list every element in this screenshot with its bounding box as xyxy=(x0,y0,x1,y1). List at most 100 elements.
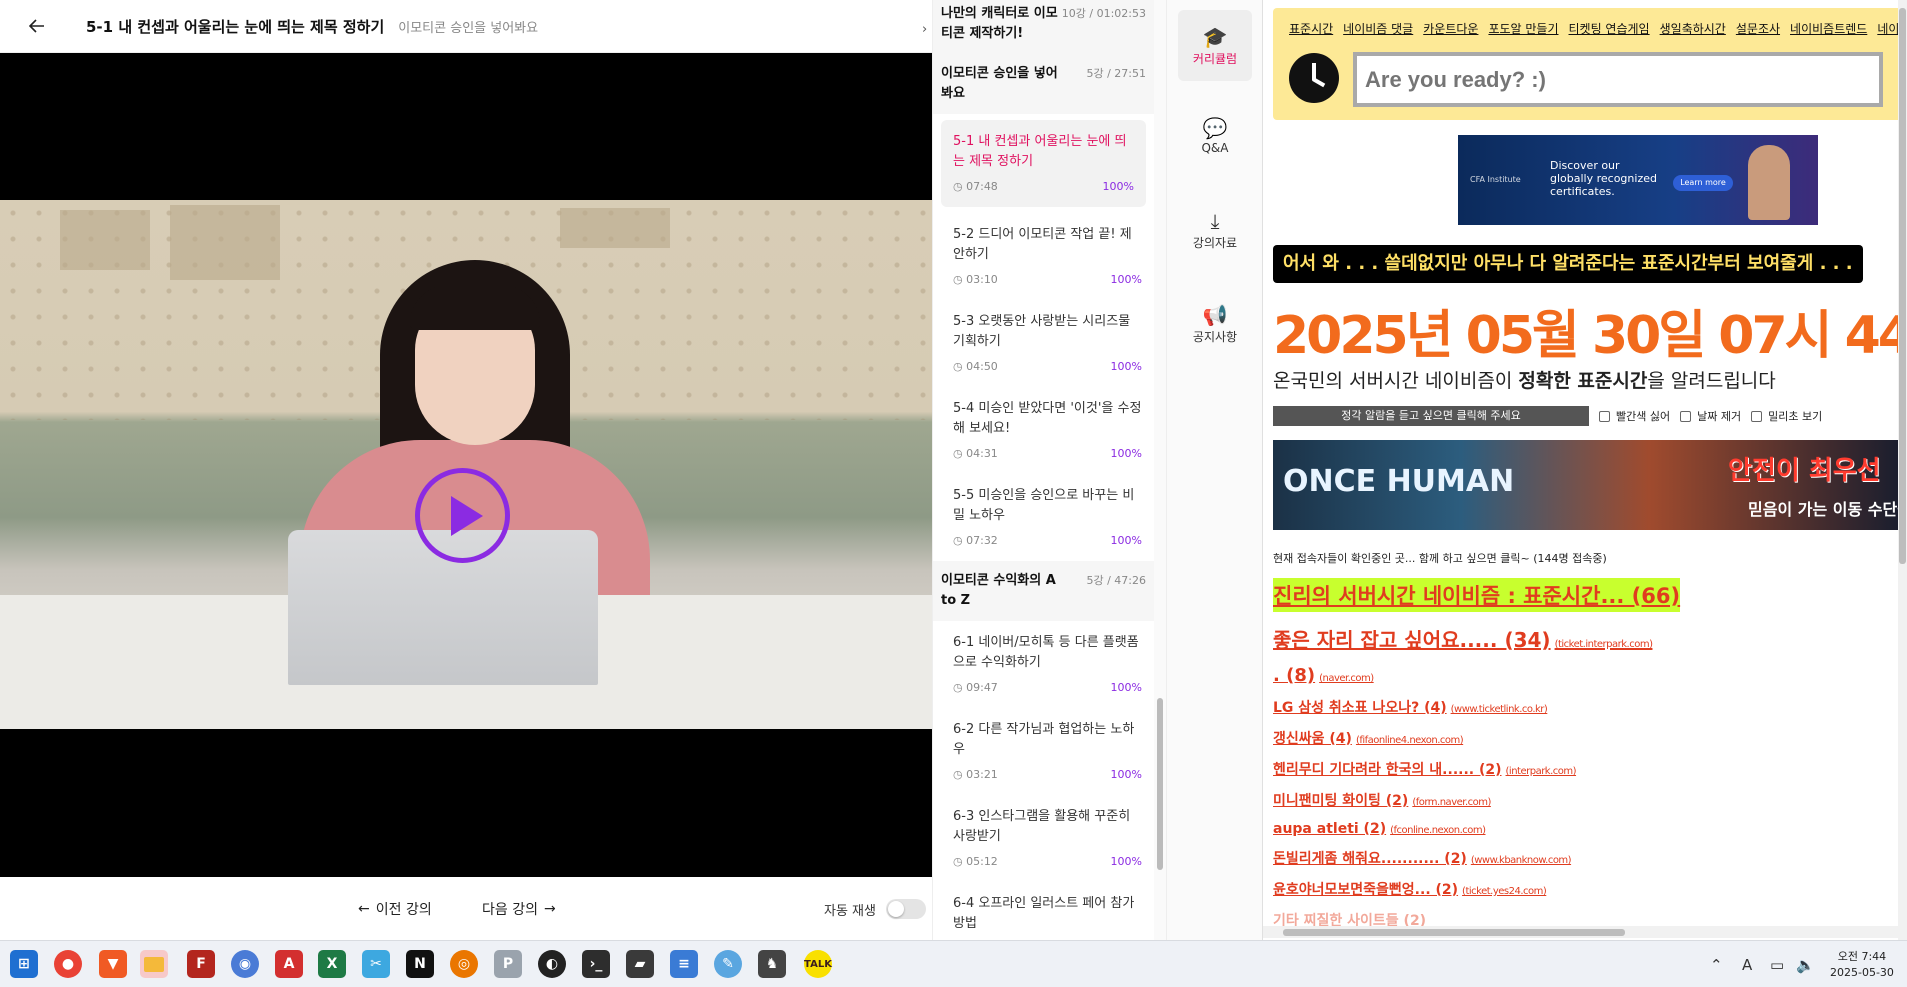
filezilla-icon[interactable]: F xyxy=(187,950,215,978)
curriculum-scrollbar[interactable] xyxy=(1154,0,1166,940)
chevron-right-icon[interactable]: › xyxy=(922,22,936,38)
lecture-item[interactable]: 5-2 드디어 이모티콘 작업 끝! 제안하기 03:10 100% xyxy=(933,213,1154,300)
popular-site-row[interactable]: 좋은 자리 잡고 싶어요..... (34) (ticket.interpark.… xyxy=(1273,624,1903,653)
site-nav-link[interactable]: 카운트다운 xyxy=(1423,22,1478,36)
lecture-item[interactable]: 6-3 인스타그램을 활용해 꾸준히 사랑받기 05:12 100% xyxy=(933,795,1154,882)
site-nav-link[interactable]: 네이비즘트렌드 xyxy=(1790,22,1867,36)
side-menu-qna[interactable]: 💬 Q&A xyxy=(1178,115,1252,155)
site-nav-link[interactable]: 포도알 만들기 xyxy=(1488,22,1558,36)
file-explorer-icon[interactable] xyxy=(140,950,168,978)
notepad-icon[interactable]: ≡ xyxy=(670,950,698,978)
next-lecture-button[interactable]: 다음 강의 → xyxy=(482,899,556,919)
lecture-item[interactable]: 5-1 내 컨셉과 어울리는 눈에 띄는 제목 정하기 07:48 100% xyxy=(941,120,1146,207)
arrow-left-icon: ← xyxy=(358,901,370,917)
popular-site-domain: (fifaonline4.nexon.com) xyxy=(1355,735,1464,746)
checkbox-icon[interactable] xyxy=(1599,410,1610,422)
lecture-progress: 100% xyxy=(1102,180,1134,193)
checkbox-icon[interactable] xyxy=(1751,410,1763,422)
side-menu-curriculum[interactable]: 🎓 커리큘럼 xyxy=(1178,10,1252,81)
chevron-up-icon[interactable]: ⌃ xyxy=(1710,941,1723,987)
site-vertical-scrollbar[interactable] xyxy=(1898,0,1907,940)
sticky-notes-icon[interactable]: ▰ xyxy=(626,950,654,978)
lecture-item[interactable]: 5-3 오랫동안 사랑받는 시리즈물 기획하기 04:50 100% xyxy=(933,300,1154,387)
snipping-tool-icon[interactable]: ✂ xyxy=(362,950,390,978)
kakaotalk-icon[interactable]: TALK xyxy=(804,950,832,978)
popular-site-text: 갱신싸움 (4) xyxy=(1273,731,1352,747)
popular-site-row[interactable]: LG 삼성 취소표 나오나? (4) (www.ticketlink.co.kr) xyxy=(1273,697,1903,717)
site-top-bar: 표준시간 네이비즘 댓글 카운트다운 포도알 만들기 티켓팅 연습게임 생일축하시간 설문조… xyxy=(1273,8,1907,120)
ad-cta-button[interactable]: Learn more xyxy=(1673,175,1733,191)
taskbar-clock[interactable]: 오전 7:44 2025-05-30 xyxy=(1830,949,1894,981)
popular-site-row[interactable]: 헨리무디 기다려라 한국의 내...... (2) (interpark.com) xyxy=(1273,759,1903,779)
lecture-progress: 100% xyxy=(1110,447,1142,460)
side-menu-materials[interactable]: ⤓ 강의자료 xyxy=(1178,208,1252,251)
popular-site-row[interactable]: 미니팬미팅 화이팅 (2) (form.naver.com) xyxy=(1273,790,1903,810)
side-menu-label: 공지사항 xyxy=(1192,330,1238,344)
acrobat-icon[interactable]: A xyxy=(275,950,303,978)
popular-site-row[interactable]: 돈빌리게좀 해줘요........... (2) (www.kbanknow.co… xyxy=(1273,848,1903,868)
lecture-duration: 07:48 xyxy=(953,177,998,197)
curriculum-section-header[interactable]: 이모티콘 승인을 넣어봐요 5강 / 27:51 xyxy=(933,54,1154,114)
lecture-item[interactable]: 5-4 미승인 받았다면 '이것'을 수정해 보세요! 04:31 100% xyxy=(933,387,1154,474)
app-icon[interactable]: ◉ xyxy=(231,950,259,978)
play-button[interactable] xyxy=(415,468,510,563)
ad-banner[interactable]: CFA Institute Discover our globally reco… xyxy=(1458,135,1818,225)
curriculum-scrollbar-thumb[interactable] xyxy=(1157,698,1163,870)
popular-site-row[interactable]: aupa atleti (2) (fconline.nexon.com) xyxy=(1273,821,1903,837)
alarm-button[interactable]: 정각 알람을 듣고 싶으면 클릭해 주세요 xyxy=(1273,406,1589,426)
back-arrow-icon[interactable] xyxy=(26,15,48,37)
screen: 5-1 내 컨셉과 어울리는 눈에 띄는 제목 정하기 이모티콘 승인을 넣어봐… xyxy=(0,0,1907,987)
site-nav-link[interactable]: 표준시간 xyxy=(1289,22,1333,36)
site-nav-link[interactable]: 설문조사 xyxy=(1736,22,1780,36)
site-nav-link[interactable]: 생일축하시간 xyxy=(1660,22,1726,36)
visitors-text[interactable]: 현재 접속자들이 확인중인 곳... 함께 하고 싶으면 클릭~ (144명 접… xyxy=(1273,550,1607,566)
lecture-item[interactable]: 5-5 미승인을 승인으로 바꾸는 비밀 노하우 07:32 100% xyxy=(933,474,1154,561)
ready-input[interactable] xyxy=(1353,52,1883,107)
autoplay-toggle[interactable] xyxy=(885,899,926,919)
network-icon[interactable]: ▭ xyxy=(1770,941,1784,987)
curriculum-section-header[interactable]: 이모티콘 수익화의 A to Z 5강 / 47:26 xyxy=(933,561,1154,621)
prev-lecture-button[interactable]: ← 이전 강의 xyxy=(358,899,432,919)
player-header: 5-1 내 컨셉과 어울리는 눈에 띄는 제목 정하기 이모티콘 승인을 넣어봐… xyxy=(0,0,932,53)
pdf-tool-icon[interactable]: P xyxy=(494,950,522,978)
checkbox-remove-date[interactable]: 날짜 제거 xyxy=(1680,408,1741,424)
lecture-item[interactable]: 6-2 다른 작가님과 협업하는 노하우 03:21 100% xyxy=(933,708,1154,795)
site-nav-link[interactable]: 티켓팅 연습게임 xyxy=(1569,22,1650,36)
popular-site-row[interactable]: 진리의 서버시간 네이비즘 : 표준시간... (66) xyxy=(1273,578,1681,612)
popular-site-row[interactable]: 갱신싸움 (4) (fifaonline4.nexon.com) xyxy=(1273,728,1903,748)
game-app-icon[interactable]: ♞ xyxy=(758,950,786,978)
obs-icon[interactable]: ◐ xyxy=(538,950,566,978)
notion-icon[interactable]: N xyxy=(406,950,434,978)
section-title: 나만의 캐릭터로 이모티콘 제작하기! xyxy=(941,6,1058,41)
side-menu-notices[interactable]: 📢 공지사항 xyxy=(1178,302,1252,345)
lecture-item[interactable]: 6-4 오프라인 일러스트 페어 참가 방법 xyxy=(933,882,1154,940)
site-vertical-scrollbar-thumb[interactable] xyxy=(1899,8,1906,564)
terminal-icon[interactable]: ›_ xyxy=(582,950,610,978)
game-ad-banner[interactable]: ONCE HUMAN 안전이 최우선 믿음이 가는 이동 수단을 xyxy=(1273,440,1899,530)
site-horizontal-scrollbar[interactable] xyxy=(1263,926,1898,938)
lecture-item[interactable]: 6-1 네이버/모히톡 등 다른 플랫폼으로 수익화하기 09:47 100% xyxy=(933,621,1154,708)
brave-icon[interactable]: ▼ xyxy=(99,950,127,978)
server-time-site: 표준시간 네이비즘 댓글 카운트다운 포도알 만들기 티켓팅 연습게임 생일축하시간 설문조… xyxy=(1263,0,1907,940)
popular-site-row[interactable]: 윤호야너모보면죽을뻔엉... (2) (ticket.yes24.com) xyxy=(1273,879,1903,899)
curriculum-section-header[interactable]: 나만의 캐릭터로 이모티콘 제작하기! 10강 / 01:02:53 xyxy=(933,0,1154,54)
intro-banner: 어서 와 . . . 쓸데없지만 아무나 다 알려준다는 표준시간부터 보여줄게… xyxy=(1273,245,1863,283)
volume-icon[interactable]: 🔈 xyxy=(1796,941,1815,987)
ime-indicator[interactable]: A xyxy=(1742,941,1752,987)
site-horizontal-scrollbar-thumb[interactable] xyxy=(1283,929,1625,936)
chrome-icon[interactable]: ● xyxy=(54,950,82,978)
paint-icon[interactable]: ✎ xyxy=(714,950,742,978)
graduation-cap-icon: 🎓 xyxy=(1202,25,1228,49)
excel-icon[interactable]: X xyxy=(318,950,346,978)
checkbox-show-ms[interactable]: 밀리초 보기 xyxy=(1751,408,1822,424)
popular-site-row[interactable]: . (8) (naver.com) xyxy=(1273,665,1903,686)
lecture-item-title: 6-3 인스타그램을 활용해 꾸준히 사랑받기 xyxy=(953,809,1131,844)
checkbox-icon[interactable] xyxy=(1680,410,1692,422)
windows-start-icon[interactable]: ⊞ xyxy=(10,950,38,978)
video-player[interactable] xyxy=(0,53,932,877)
blender-icon[interactable]: ◎ xyxy=(450,950,478,978)
checkbox-no-red[interactable]: 빨간색 싫어 xyxy=(1599,408,1670,424)
site-nav-link[interactable]: 네이비즘 댓글 xyxy=(1343,22,1413,36)
curriculum-list: 나만의 캐릭터로 이모티콘 제작하기! 10강 / 01:02:53 이모티콘 승인… xyxy=(932,0,1154,940)
wall-frame xyxy=(60,210,150,270)
